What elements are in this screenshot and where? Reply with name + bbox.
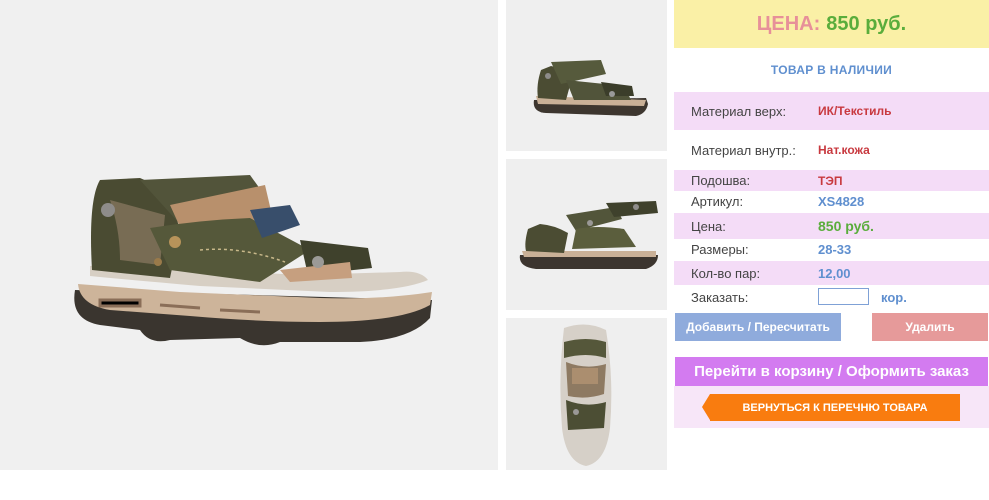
- stock-status: ТОВАР В НАЛИЧИИ: [770, 63, 893, 77]
- spec-value: ТЭП: [818, 173, 843, 188]
- spec-row-upper-material: Материал верх: ИК/Текстиль: [674, 92, 989, 130]
- spec-label: Артикул:: [691, 194, 744, 209]
- spec-label: Материал внутр.:: [691, 142, 796, 158]
- order-quantity-input[interactable]: [818, 288, 869, 305]
- order-label: Заказать:: [691, 289, 749, 305]
- spec-row-sole: Подошва: ТЭП: [674, 170, 989, 191]
- thumbnail-3[interactable]: [506, 318, 667, 470]
- add-recalculate-button[interactable]: Добавить / Пересчитать: [675, 313, 841, 341]
- main-product-photo[interactable]: [0, 0, 498, 470]
- sandal-outer-side-photo: [506, 159, 667, 310]
- spec-row-price: Цена: 850 руб.: [674, 213, 989, 239]
- back-button-area: ВЕРНУТЬСЯ К ПЕРЕЧНЮ ТОВАРА: [674, 386, 989, 428]
- spec-value: XS4828: [818, 194, 865, 209]
- order-unit: кор.: [881, 289, 907, 305]
- spec-label: Кол-во пар:: [691, 265, 761, 281]
- spec-row-inner-material: Материал внутр.: Нат.кожа: [674, 130, 989, 170]
- sandal-top-photo: [506, 318, 667, 470]
- spec-label: Подошва:: [691, 173, 751, 188]
- thumbnail-1[interactable]: [506, 0, 667, 151]
- price-value: 850 руб.: [826, 12, 907, 35]
- spec-label: Размеры:: [691, 242, 749, 257]
- spec-label: Материал верх:: [691, 103, 787, 119]
- spec-value: ИК/Текстиль: [818, 104, 892, 118]
- spec-row-sizes: Размеры: 28-33: [674, 239, 989, 260]
- sandal-angle-photo: [506, 0, 667, 151]
- spec-value: 12,00: [818, 265, 851, 281]
- back-to-list-button[interactable]: ВЕРНУТЬСЯ К ПЕРЕЧНЮ ТОВАРА: [702, 394, 960, 421]
- spec-row-pairs: Кол-во пар: 12,00: [674, 261, 989, 285]
- sandal-side-photo: [0, 0, 498, 470]
- delete-button[interactable]: Удалить: [872, 313, 988, 341]
- order-row: Заказать: кор.: [674, 286, 989, 308]
- spec-row-article: Артикул: XS4828: [674, 191, 989, 212]
- thumbnail-2[interactable]: [506, 159, 667, 310]
- price-label: ЦЕНА:: [756, 12, 821, 35]
- product-info-panel: ЦЕНА: 850 руб. ТОВАР В НАЛИЧИИ Материал …: [674, 0, 989, 428]
- price-banner: ЦЕНА: 850 руб.: [674, 0, 989, 48]
- go-to-cart-button[interactable]: Перейти в корзину / Оформить заказ: [675, 357, 988, 386]
- spec-value: Нат.кожа: [818, 143, 870, 157]
- spec-value: 850 руб.: [818, 218, 874, 234]
- spec-value: 28-33: [818, 242, 852, 257]
- spec-label: Цена:: [691, 218, 726, 234]
